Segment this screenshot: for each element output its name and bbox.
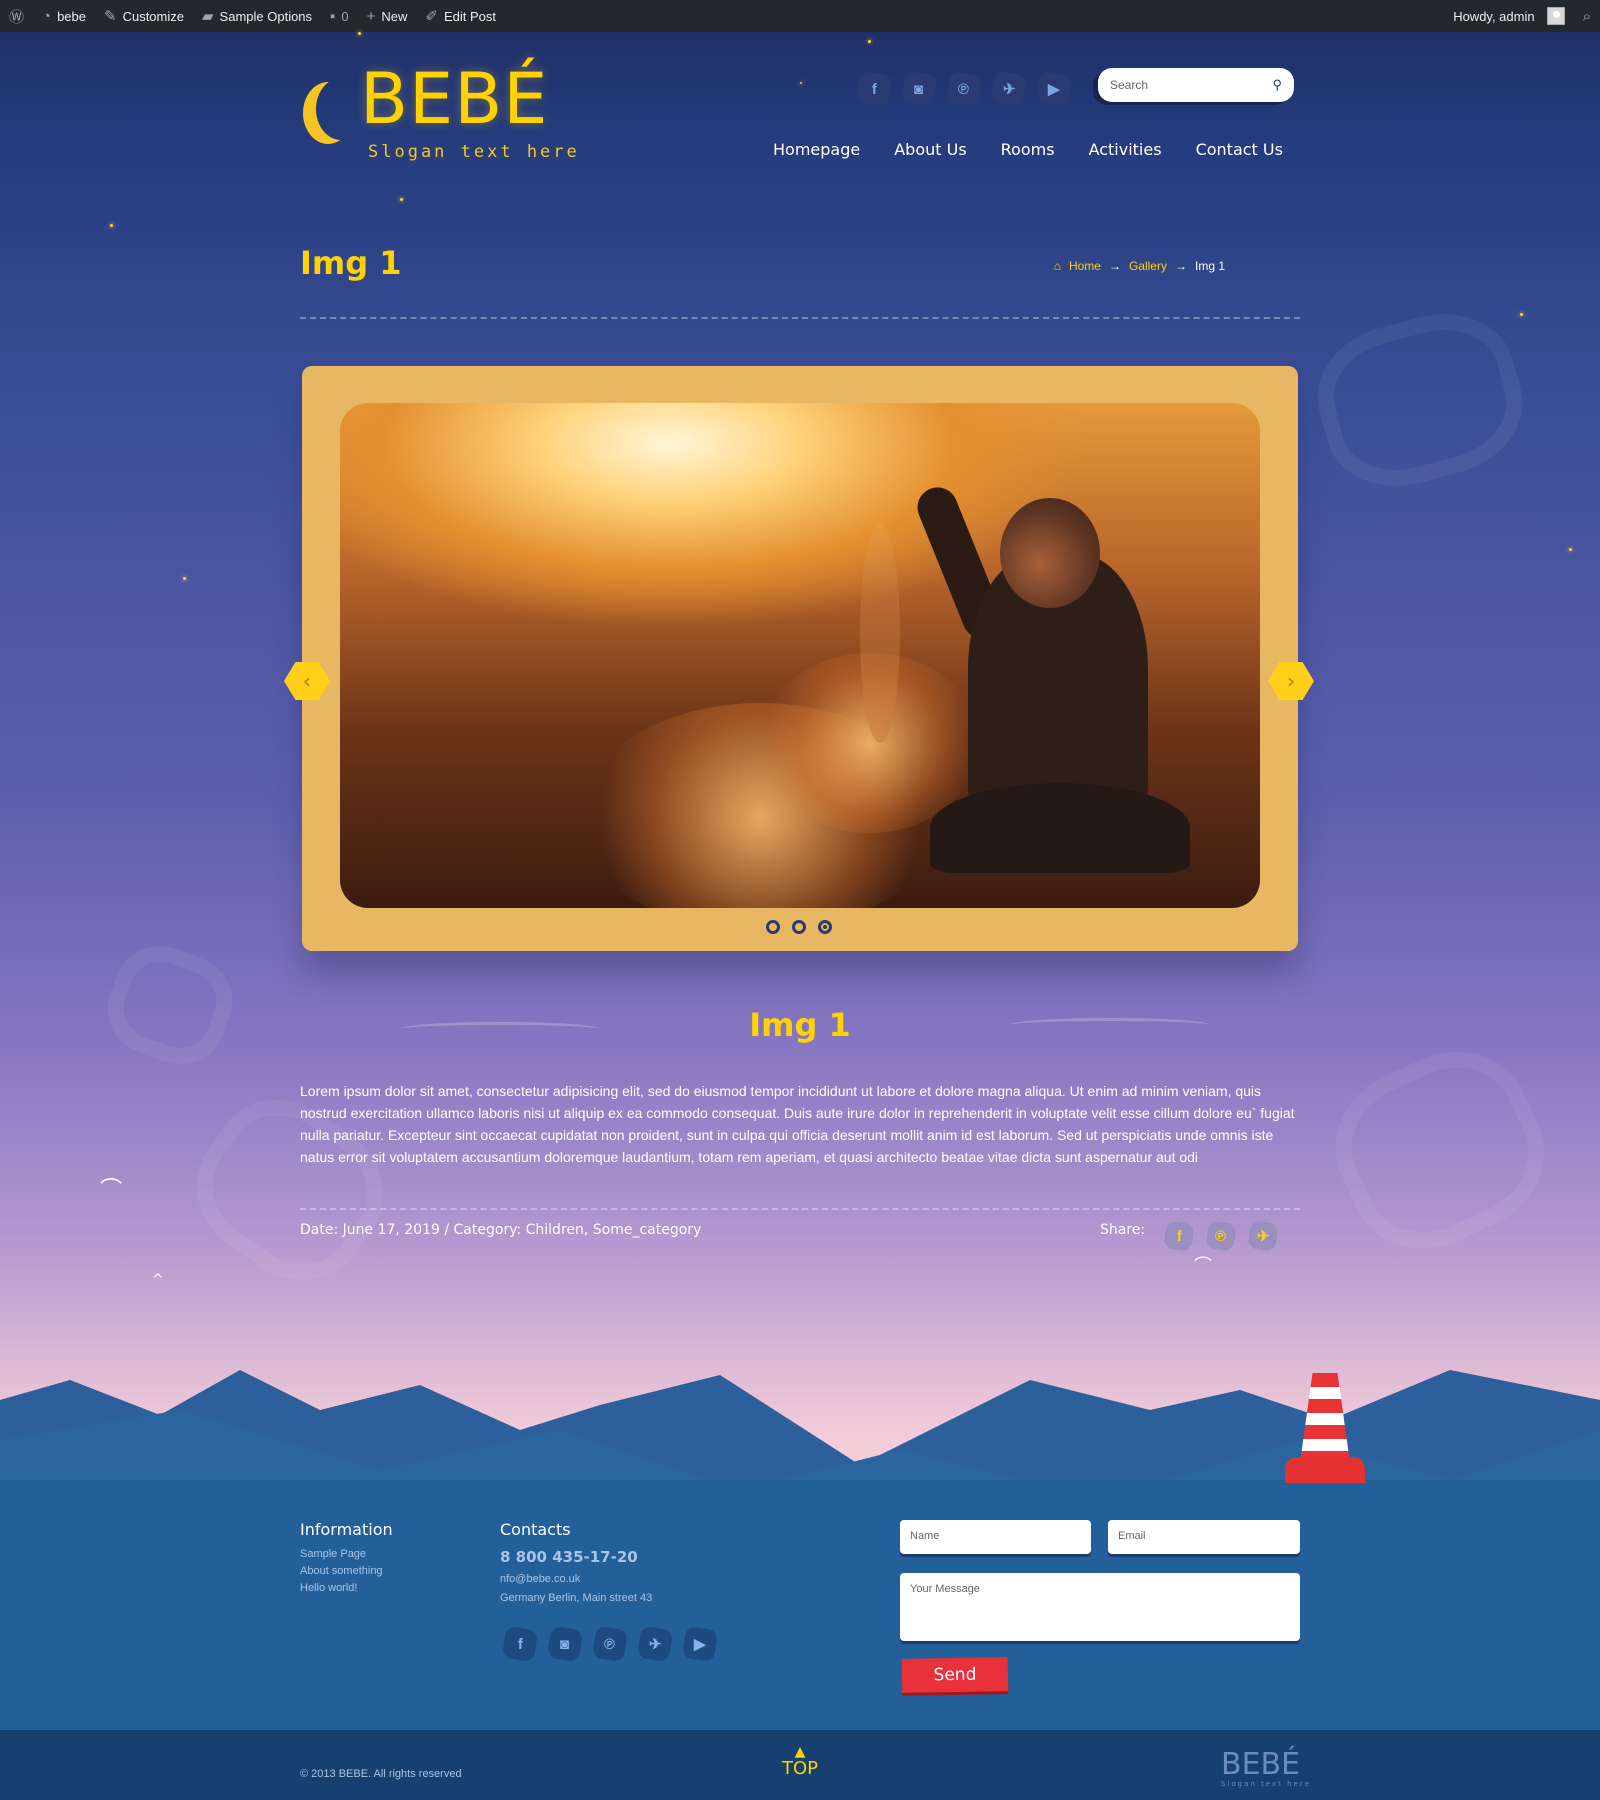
search-input[interactable]: Search ⚲ <box>1098 68 1294 102</box>
share-pinterest-icon[interactable]: ℗ <box>1205 1220 1237 1252</box>
admin-comments-link[interactable]: ▪ 0 <box>321 0 358 32</box>
share-facebook-icon[interactable]: f <box>1163 1220 1195 1252</box>
share-twitter-icon[interactable]: ✈ <box>1247 1220 1279 1252</box>
footer-youtube-icon[interactable]: ▶ <box>681 1625 719 1663</box>
facebook-icon[interactable]: f <box>855 70 893 108</box>
slider-pagination <box>766 920 832 934</box>
site-slogan: Slogan text here <box>368 142 580 162</box>
admin-sample-options-link[interactable]: ▰ Sample Options <box>193 0 321 32</box>
nav-contact-us[interactable]: Contact Us <box>1196 140 1283 159</box>
admin-search-icon[interactable]: ⌕ <box>1574 0 1600 32</box>
slider-dot[interactable] <box>792 920 806 934</box>
contact-email[interactable]: nfo@bebe.co.uk <box>500 1573 580 1585</box>
swirl-decoration <box>1302 296 1538 504</box>
main-nav: Homepage About Us Rooms Activities Conta… <box>773 140 1283 159</box>
footer-social-links: f ◙ ℗ ✈ ▶ <box>501 1625 719 1663</box>
admin-new-link[interactable]: + New <box>358 0 417 32</box>
bird-decoration: ^ <box>152 1272 164 1288</box>
brush-icon: ✎ <box>104 8 117 25</box>
bird-decoration: ⌒ <box>1194 1256 1212 1277</box>
pinterest-icon[interactable]: ℗ <box>945 70 983 108</box>
wordpress-logo-icon[interactable]: Ⓦ <box>0 0 33 32</box>
swirl-decoration <box>1311 1026 1569 1274</box>
breadcrumb-gallery[interactable]: Gallery <box>1129 259 1167 273</box>
header-social-links: f ◙ ℗ ✈ ▶ <box>855 70 1073 108</box>
plus-icon: + <box>366 7 376 25</box>
pencil-icon: ✐ <box>425 8 438 25</box>
post-meta: Date: June 17, 2019 / Category: Children… <box>300 1222 702 1238</box>
nav-activities[interactable]: Activities <box>1089 140 1162 159</box>
post-body: Lorem ipsum dolor sit amet, consectetur … <box>300 1083 1295 1165</box>
contact-message-field[interactable]: Your Message <box>900 1573 1300 1641</box>
contact-name-field[interactable]: Name <box>900 1520 1091 1554</box>
divider <box>300 317 1300 319</box>
admin-edit-post-link[interactable]: ✐ Edit Post <box>416 0 505 32</box>
footer-instagram-icon[interactable]: ◙ <box>546 1625 584 1663</box>
footer-information-heading: Information <box>300 1520 393 1539</box>
breadcrumb-home[interactable]: Home <box>1069 259 1101 273</box>
footer-link-hello-world[interactable]: Hello world! <box>300 1582 357 1594</box>
lighthouse-decoration <box>1285 1373 1365 1483</box>
breadcrumb-current: Img 1 <box>1194 259 1225 273</box>
avatar <box>1546 7 1565 25</box>
site-logo[interactable]: BEBÉ Slogan text here <box>300 58 600 168</box>
admin-bar: Ⓦ ◔ bebe ✎ Customize ▰ Sample Options ▪ 0 + N… <box>0 0 1600 32</box>
swirl-decoration <box>94 932 246 1078</box>
slider-dot-active[interactable] <box>818 920 832 934</box>
contact-email-field[interactable]: Email <box>1108 1520 1300 1554</box>
footer-link-sample-page[interactable]: Sample Page <box>300 1548 366 1560</box>
twitter-icon[interactable]: ✈ <box>990 70 1028 108</box>
nav-rooms[interactable]: Rooms <box>1001 140 1055 159</box>
send-button[interactable]: Send <box>901 1657 1009 1693</box>
breadcrumb-separator: → <box>1174 259 1187 273</box>
footer-twitter-icon[interactable]: ✈ <box>636 1625 674 1663</box>
bird-decoration: ⌒ <box>100 1178 123 1203</box>
divider <box>300 1208 1300 1210</box>
dashboard-icon: ◔ <box>42 7 52 25</box>
post-title: Img 1 <box>749 1006 851 1044</box>
footer-contacts-heading: Contacts <box>500 1520 571 1539</box>
home-icon[interactable]: ⌂ <box>1054 259 1061 273</box>
footer-logo[interactable]: BEBÉ Slogan text here <box>1221 1747 1311 1788</box>
footer-link-about-something[interactable]: About something <box>300 1565 383 1577</box>
copyright: © 2013 BEBE. All rights reserved <box>300 1768 462 1780</box>
nav-about-us[interactable]: About Us <box>894 140 966 159</box>
admin-customize-link[interactable]: ✎ Customize <box>95 0 193 32</box>
moon-icon <box>316 78 366 140</box>
search-placeholder: Search <box>1110 78 1149 92</box>
footer-facebook-icon[interactable]: f <box>501 1625 539 1663</box>
folder-icon: ▰ <box>202 8 214 25</box>
share-links: f ℗ ✈ <box>1163 1220 1279 1252</box>
admin-site-link[interactable]: ◔ bebe <box>33 0 95 32</box>
share-label: Share: <box>1100 1222 1146 1238</box>
breadcrumb: ⌂ Home → Gallery → Img 1 <box>1054 259 1225 273</box>
chevron-up-icon: ▲ <box>794 1744 806 1760</box>
contact-phone: 8 800 435-17-20 <box>500 1548 638 1566</box>
page-title: Img 1 <box>300 244 402 282</box>
breadcrumb-separator: → <box>1108 259 1121 273</box>
chevron-right-icon: › <box>1286 669 1296 693</box>
back-to-top-button[interactable]: ▲ TOP <box>778 1744 822 1779</box>
instagram-icon[interactable]: ◙ <box>900 70 938 108</box>
chevron-left-icon: ‹ <box>302 669 312 693</box>
nav-homepage[interactable]: Homepage <box>773 140 860 159</box>
youtube-icon[interactable]: ▶ <box>1035 70 1073 108</box>
slider-dot[interactable] <box>766 920 780 934</box>
slide-image <box>340 403 1260 908</box>
contact-address: Germany Berlin, Main street 43 <box>500 1592 653 1604</box>
admin-account-menu[interactable]: Howdy, admin <box>1444 0 1573 32</box>
logo-text: BEBÉ <box>360 58 549 140</box>
comment-icon: ▪ <box>330 7 336 25</box>
footer-pinterest-icon[interactable]: ℗ <box>591 1625 629 1663</box>
search-icon[interactable]: ⚲ <box>1272 77 1282 93</box>
